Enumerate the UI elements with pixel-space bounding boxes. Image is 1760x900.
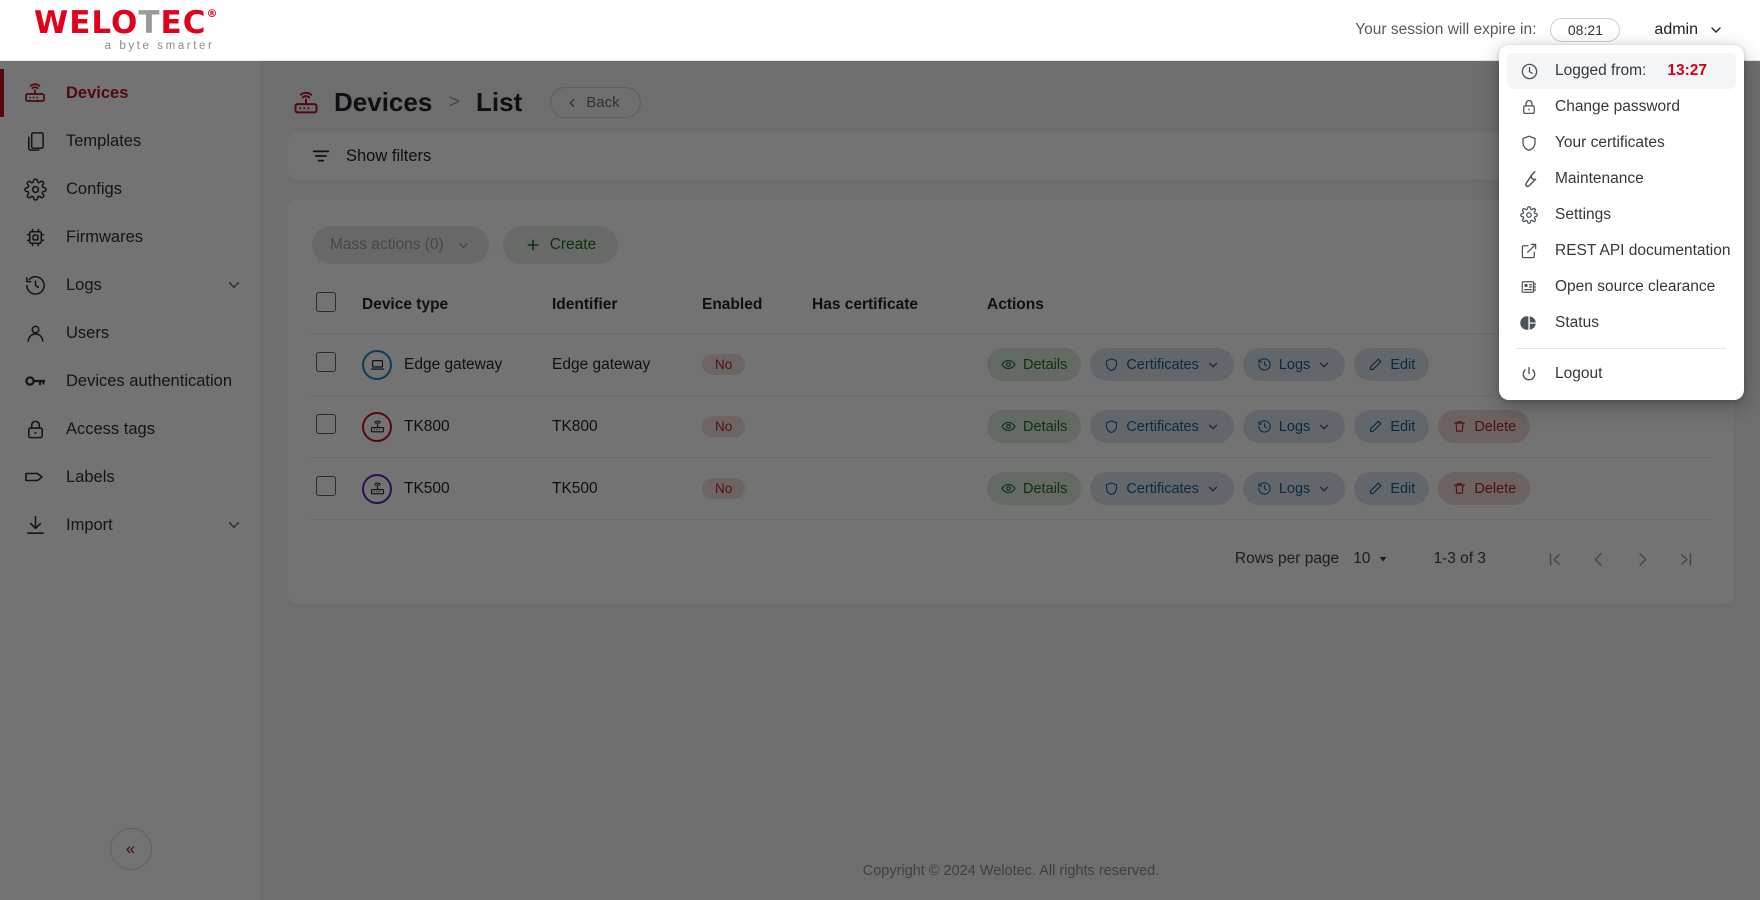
- menu-item-logged-from: Logged from: 13:27: [1507, 53, 1736, 89]
- logged-from-time: 13:27: [1667, 62, 1707, 79]
- list-card-icon: [1519, 278, 1539, 296]
- menu-item-label: Status: [1555, 314, 1599, 331]
- clock-icon: [1519, 62, 1539, 81]
- menu-item-rest-api-documentation[interactable]: REST API documentation: [1507, 233, 1736, 269]
- brand-tagline: a byte smarter: [104, 39, 215, 52]
- menu-item-open-source-clearance[interactable]: Open source clearance: [1507, 269, 1736, 305]
- power-icon: [1519, 365, 1539, 383]
- menu-item-your-certificates[interactable]: Your certificates: [1507, 125, 1736, 161]
- user-dropdown-menu: Logged from: 13:27 Change password Your …: [1499, 45, 1744, 400]
- session-expiry-label: Your session will expire in:: [1355, 21, 1537, 38]
- top-bar: WELOTEC® a byte smarter Your session wil…: [0, 0, 1760, 61]
- menu-item-settings[interactable]: Settings: [1507, 197, 1736, 233]
- pie-chart-icon: [1519, 314, 1539, 332]
- menu-item-status[interactable]: Status: [1507, 305, 1736, 341]
- menu-item-label: Open source clearance: [1555, 278, 1716, 295]
- brand-text-1: WELO: [34, 4, 139, 41]
- brand-logo[interactable]: WELOTEC® a byte smarter: [0, 4, 262, 53]
- menu-item-label: REST API documentation: [1555, 242, 1731, 259]
- brand-text-2: T: [138, 4, 161, 41]
- lock-icon: [1519, 98, 1539, 116]
- user-name-label: admin: [1654, 21, 1698, 38]
- menu-item-maintenance[interactable]: Maintenance: [1507, 161, 1736, 197]
- menu-item-label: Change password: [1555, 98, 1680, 115]
- menu-divider: [1517, 348, 1726, 349]
- external-link-icon: [1519, 242, 1539, 260]
- menu-item-label: Settings: [1555, 206, 1612, 223]
- modal-overlay[interactable]: [0, 61, 1760, 900]
- app-root: WELOTEC® a byte smarter Your session wil…: [0, 0, 1760, 900]
- menu-item-logout[interactable]: Logout: [1507, 356, 1736, 392]
- menu-item-label: Maintenance: [1555, 170, 1644, 187]
- gear-icon: [1519, 206, 1539, 224]
- menu-item-label: Your certificates: [1555, 134, 1665, 151]
- user-menu-button[interactable]: admin: [1648, 17, 1730, 43]
- brand-wordmark: WELOTEC®: [34, 4, 219, 41]
- wrench-icon: [1519, 170, 1539, 189]
- brand-text-3: EC: [160, 4, 207, 41]
- chevron-down-icon: [1708, 22, 1724, 38]
- menu-item-change-password[interactable]: Change password: [1507, 89, 1736, 125]
- shield-icon: [1519, 134, 1539, 152]
- trademark-symbol: ®: [206, 6, 219, 20]
- logged-from-label: Logged from:: [1555, 62, 1647, 79]
- logout-label: Logout: [1555, 365, 1603, 382]
- session-timer: 08:21: [1550, 18, 1621, 42]
- top-bar-right: Your session will expire in: 08:21 admin: [1355, 17, 1760, 43]
